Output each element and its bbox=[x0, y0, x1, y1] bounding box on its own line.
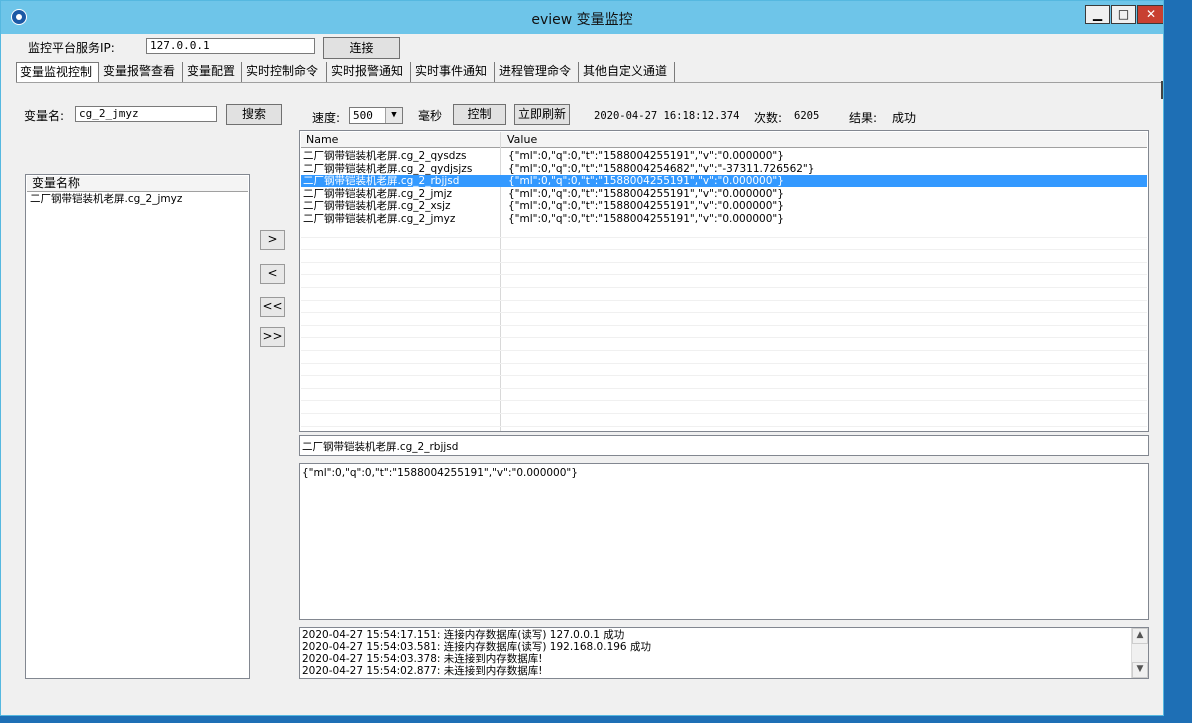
column-name[interactable]: Name bbox=[306, 132, 338, 147]
table-cell-value: {"ml":0,"q":0,"t":"1588004255191","v":"0… bbox=[508, 187, 784, 200]
variable-table[interactable]: Name Value 二厂钢带铠装机老屏.cg_2_qysdzs {"ml":0,… bbox=[299, 130, 1149, 432]
table-cell-value: {"ml":0,"q":0,"t":"1588004255191","v":"0… bbox=[508, 200, 784, 213]
log-area[interactable]: 2020-04-27 15:54:17.151: 连接内存数据库(读写) 127… bbox=[299, 627, 1149, 679]
empty-row-line bbox=[301, 262, 1147, 263]
selected-value-area[interactable]: {"ml":0,"q":0,"t":"1588004255191","v":"0… bbox=[299, 463, 1149, 620]
table-cell-name: 二厂钢带铠装机老屏.cg_2_jmyz bbox=[303, 213, 456, 225]
table-cell-name: 二厂钢带铠装机老屏.cg_2_qysdzs bbox=[303, 150, 467, 162]
table-cell-value: {"ml":0,"q":0,"t":"1588004255191","v":"0… bbox=[508, 213, 784, 225]
table-row[interactable]: 二厂钢带铠装机老屏.cg_2_qysdzs {"ml":0,"q":0,"t":"… bbox=[301, 150, 1147, 162]
empty-row-line bbox=[301, 300, 1147, 301]
table-cell-name: 二厂钢带铠装机老屏.cg_2_qydjsjzs bbox=[303, 162, 473, 175]
title-bar[interactable]: eview 变量监控 ▁ □ ✕ bbox=[1, 1, 1163, 34]
tab-alarm-view[interactable]: 变量报警查看 bbox=[100, 62, 183, 82]
speed-select[interactable]: 500 ▼ bbox=[349, 107, 403, 124]
table-cell-name: 二厂钢带铠装机老屏.cg_2_xsjz bbox=[303, 200, 451, 213]
empty-row-line bbox=[301, 287, 1147, 288]
tab-realtime-alarm[interactable]: 实时报警通知 bbox=[328, 62, 411, 82]
selected-value-text: {"ml":0,"q":0,"t":"1588004255191","v":"0… bbox=[302, 467, 578, 479]
empty-row-line bbox=[301, 312, 1147, 313]
empty-row-line bbox=[301, 363, 1147, 364]
move-right-button[interactable]: > bbox=[260, 230, 285, 250]
empty-row-line bbox=[301, 375, 1147, 376]
tab-scroll-edge bbox=[1161, 81, 1163, 99]
empty-row-line bbox=[301, 274, 1147, 275]
tab-process-command[interactable]: 进程管理命令 bbox=[496, 62, 579, 82]
tab-variable-config[interactable]: 变量配置 bbox=[184, 62, 242, 82]
table-header: Name Value bbox=[301, 132, 1147, 148]
log-line: 2020-04-27 15:54:03.378: 未连接到内存数据库! bbox=[302, 653, 543, 665]
empty-row-line bbox=[301, 400, 1147, 401]
selected-name-text: 二厂钢带铠装机老屏.cg_2_rbjjsd bbox=[302, 441, 459, 453]
empty-row-line bbox=[301, 388, 1147, 389]
control-button[interactable]: 控制 bbox=[453, 104, 506, 125]
refresh-now-button[interactable]: 立即刷新 bbox=[514, 104, 570, 125]
selected-name-field[interactable]: 二厂钢带铠装机老屏.cg_2_rbjjsd bbox=[299, 435, 1149, 456]
log-scrollbar[interactable]: ▲ ▼ bbox=[1131, 628, 1148, 678]
table-row[interactable]: 二厂钢带铠装机老屏.cg_2_jmyz {"ml":0,"q":0,"t":"15… bbox=[301, 213, 1147, 225]
table-row[interactable]: 二厂钢带铠装机老屏.cg_2_qydjsjzs {"ml":0,"q":0,"t"… bbox=[301, 163, 1147, 175]
list-item[interactable]: 二厂钢带铠装机老屏.cg_2_jmyz bbox=[27, 193, 248, 205]
speed-value: 500 bbox=[353, 109, 373, 122]
table-row[interactable]: 二厂钢带铠装机老屏.cg_2_xsjz {"ml":0,"q":0,"t":"15… bbox=[301, 200, 1147, 212]
count-label: 次数: bbox=[754, 111, 783, 125]
speed-label: 速度: bbox=[312, 111, 341, 125]
table-cell-name: 二厂钢带铠装机老屏.cg_2_rbjjsd bbox=[303, 175, 460, 188]
minimize-button[interactable]: ▁ bbox=[1085, 5, 1110, 24]
maximize-button[interactable]: □ bbox=[1111, 5, 1136, 24]
empty-row-line bbox=[301, 249, 1147, 250]
result-label: 结果: bbox=[849, 111, 878, 125]
scroll-up-icon[interactable]: ▲ bbox=[1132, 628, 1148, 644]
empty-row-line bbox=[301, 426, 1147, 427]
tab-realtime-event[interactable]: 实时事件通知 bbox=[412, 62, 495, 82]
server-ip-input[interactable]: 127.0.0.1 bbox=[146, 38, 315, 54]
variable-name-input[interactable]: cg_2_jmyz bbox=[75, 106, 217, 122]
server-ip-label: 监控平台服务IP: bbox=[28, 41, 115, 55]
chevron-down-icon[interactable]: ▼ bbox=[385, 108, 402, 123]
empty-row-line bbox=[301, 413, 1147, 414]
variable-name-label: 变量名: bbox=[24, 109, 65, 123]
speed-unit-label: 毫秒 bbox=[418, 109, 443, 123]
log-line: 2020-04-27 15:54:02.877: 未连接到内存数据库! bbox=[302, 665, 543, 677]
table-cell-name: 二厂钢带铠装机老屏.cg_2_jmjz bbox=[303, 187, 453, 200]
table-cell-value: {"ml":0,"q":0,"t":"1588004254682","v":"-… bbox=[508, 162, 815, 175]
log-line: 2020-04-27 15:54:17.151: 连接内存数据库(读写) 127… bbox=[302, 629, 625, 641]
table-cell-value: {"ml":0,"q":0,"t":"1588004255191","v":"0… bbox=[508, 150, 784, 162]
table-cell-value: {"ml":0,"q":0,"t":"1588004255191","v":"0… bbox=[508, 175, 784, 188]
tab-divider bbox=[16, 82, 1163, 83]
move-all-right-button[interactable]: >> bbox=[260, 327, 285, 347]
tab-custom-channel[interactable]: 其他自定义通道 bbox=[580, 62, 675, 82]
main-window: eview 变量监控 ▁ □ ✕ 监控平台服务IP: 127.0.0.1 连接 … bbox=[0, 0, 1164, 716]
variable-list[interactable]: 变量名称 二厂钢带铠装机老屏.cg_2_jmyz bbox=[25, 174, 250, 679]
empty-row-line bbox=[301, 237, 1147, 238]
connect-button[interactable]: 连接 bbox=[323, 37, 400, 59]
table-row[interactable]: 二厂钢带铠装机老屏.cg_2_rbjjsd {"ml":0,"q":0,"t":"… bbox=[301, 175, 1147, 188]
log-line: 2020-04-27 15:54:03.581: 连接内存数据库(读写) 192… bbox=[302, 641, 651, 653]
table-row[interactable]: 二厂钢带铠装机老屏.cg_2_jmjz {"ml":0,"q":0,"t":"15… bbox=[301, 188, 1147, 200]
variable-list-header: 变量名称 bbox=[27, 176, 248, 192]
scroll-down-icon[interactable]: ▼ bbox=[1132, 662, 1148, 678]
move-all-left-button[interactable]: << bbox=[260, 297, 285, 317]
column-value[interactable]: Value bbox=[507, 132, 537, 147]
window-title: eview 变量监控 bbox=[531, 12, 633, 28]
result-value: 成功 bbox=[892, 111, 917, 125]
empty-row-line bbox=[301, 325, 1147, 326]
search-button[interactable]: 搜索 bbox=[226, 104, 282, 125]
close-button[interactable]: ✕ bbox=[1137, 5, 1163, 24]
tab-variable-monitor[interactable]: 变量监视控制 bbox=[16, 62, 99, 83]
move-left-button[interactable]: < bbox=[260, 264, 285, 284]
tab-realtime-control[interactable]: 实时控制命令 bbox=[243, 62, 327, 82]
empty-row-line bbox=[301, 337, 1147, 338]
empty-row-line bbox=[301, 350, 1147, 351]
status-time: 2020-04-27 16:18:12.374 bbox=[594, 110, 740, 122]
count-value: 6205 bbox=[794, 110, 820, 122]
